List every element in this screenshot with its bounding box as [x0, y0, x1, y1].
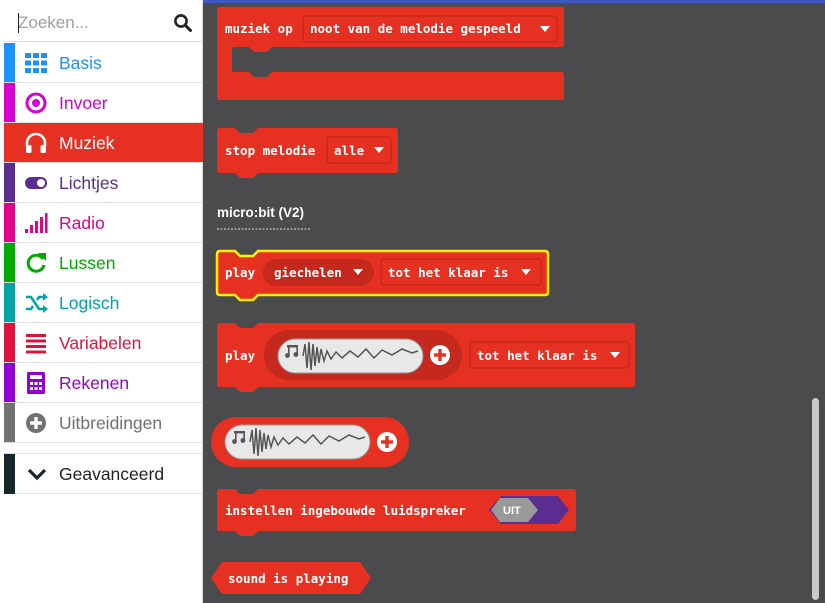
category-color-bar — [4, 323, 15, 362]
flyout-scrollbar[interactable] — [812, 398, 819, 600]
dropdown-value: noot van de melodie gespeeld — [310, 21, 521, 36]
category-radio[interactable]: Radio — [4, 203, 203, 243]
section-heading: micro:bit (V2) — [217, 205, 310, 230]
search-box — [4, 2, 203, 42]
event-dropdown[interactable]: noot van de melodie gespeeld — [302, 15, 558, 43]
block-play-sound[interactable]: play tot het klaar is — [217, 323, 635, 392]
block-stop-melody[interactable]: stop melodie alle — [217, 128, 398, 178]
mode-dropdown[interactable]: tot het klaar is — [469, 341, 630, 369]
category-label: Rekenen — [59, 373, 130, 393]
block-text: muziek op — [225, 21, 293, 36]
refresh-icon — [26, 253, 46, 273]
category-label: Invoer — [59, 93, 108, 113]
category-color-bar — [4, 363, 15, 402]
toggle-icon — [25, 177, 47, 189]
toggle-label: UIT — [503, 505, 521, 517]
headphones-icon — [25, 132, 47, 153]
dropdown-value: tot het klaar is — [477, 348, 597, 363]
section-label: micro:bit (V2) — [217, 205, 304, 220]
block-text: sound is playing — [228, 571, 348, 586]
sound-dropdown[interactable]: giechelen — [263, 259, 374, 286]
category-color-bar — [4, 243, 15, 282]
block-text: play — [225, 348, 256, 363]
category-color-bar — [4, 43, 15, 82]
category-label: Lichtjes — [59, 173, 119, 193]
block-play-giggle[interactable]: play giechelen tot het klaar is — [215, 249, 550, 302]
blocks-flyout: muziek op noot van de melodie gespeeld s… — [203, 3, 825, 603]
category-lichtjes[interactable]: Lichtjes — [4, 163, 203, 203]
category-label: Radio — [59, 213, 105, 233]
add-sound-button[interactable] — [377, 432, 397, 452]
mode-dropdown[interactable]: tot het klaar is — [380, 258, 542, 286]
category-rekenen[interactable]: Rekenen — [4, 363, 203, 403]
category-label: Lussen — [59, 253, 116, 273]
block-set-speaker[interactable]: instellen ingebouwde luidspreker UIT — [217, 489, 576, 536]
category-lussen[interactable]: Lussen — [4, 243, 203, 283]
add-sound-button[interactable] — [430, 345, 450, 365]
toolbox-sidebar: Basis Invoer Muziek Lichtjes — [0, 0, 203, 603]
signal-bars-icon — [25, 213, 48, 233]
radio-button-icon — [25, 92, 47, 114]
search-icon[interactable] — [173, 13, 193, 33]
category-color-bar — [4, 83, 15, 122]
sound-waveform-field[interactable] — [277, 338, 424, 374]
grid-icon — [25, 53, 47, 73]
category-label: Basis — [59, 53, 102, 73]
category-color-bar — [4, 163, 15, 202]
category-label: Logisch — [59, 293, 120, 313]
category-variabelen[interactable]: Variabelen — [4, 323, 203, 363]
block-music-on[interactable]: muziek op noot van de melodie gespeeld — [217, 7, 564, 100]
category-basis[interactable]: Basis — [4, 43, 203, 83]
sound-waveform-field[interactable] — [224, 424, 371, 460]
category-geavanceerd[interactable]: Geavanceerd — [4, 453, 203, 494]
shuffle-icon — [26, 293, 48, 313]
category-label: Variabelen — [59, 333, 142, 353]
block-text: instellen ingebouwde luidspreker — [225, 503, 466, 518]
category-color-bar — [4, 123, 15, 162]
dropdown-value: alle — [334, 143, 365, 158]
category-uitbreidingen[interactable]: Uitbreidingen — [4, 403, 203, 443]
category-label: Uitbreidingen — [59, 413, 163, 433]
block-sound-expression[interactable] — [211, 417, 409, 467]
category-logisch[interactable]: Logisch — [4, 283, 203, 323]
speaker-toggle[interactable]: UIT — [489, 496, 569, 524]
block-text: play — [225, 265, 256, 280]
stop-dropdown[interactable]: alle — [326, 136, 392, 164]
category-color-bar — [4, 203, 15, 242]
category-label: Muziek — [59, 133, 115, 153]
category-invoer[interactable]: Invoer — [4, 83, 203, 123]
blocks-canvas: muziek op noot van de melodie gespeeld s… — [211, 7, 635, 594]
dropdown-value: tot het klaar is — [388, 265, 508, 280]
block-text: stop melodie — [225, 143, 316, 158]
plus-circle-icon — [26, 413, 46, 433]
category-muziek[interactable]: Muziek — [4, 123, 203, 163]
block-sound-is-playing[interactable]: sound is playing — [211, 562, 371, 594]
calculator-icon — [27, 372, 45, 394]
category-color-bar — [4, 403, 15, 442]
category-color-bar — [4, 283, 15, 322]
category-color-bar — [4, 454, 15, 494]
category-label: Geavanceerd — [59, 464, 165, 484]
chevron-down-icon — [27, 468, 47, 481]
search-input[interactable] — [18, 11, 168, 35]
dropdown-value: giechelen — [274, 265, 342, 280]
text-cursor — [18, 13, 19, 33]
list-lines-icon — [26, 334, 46, 354]
